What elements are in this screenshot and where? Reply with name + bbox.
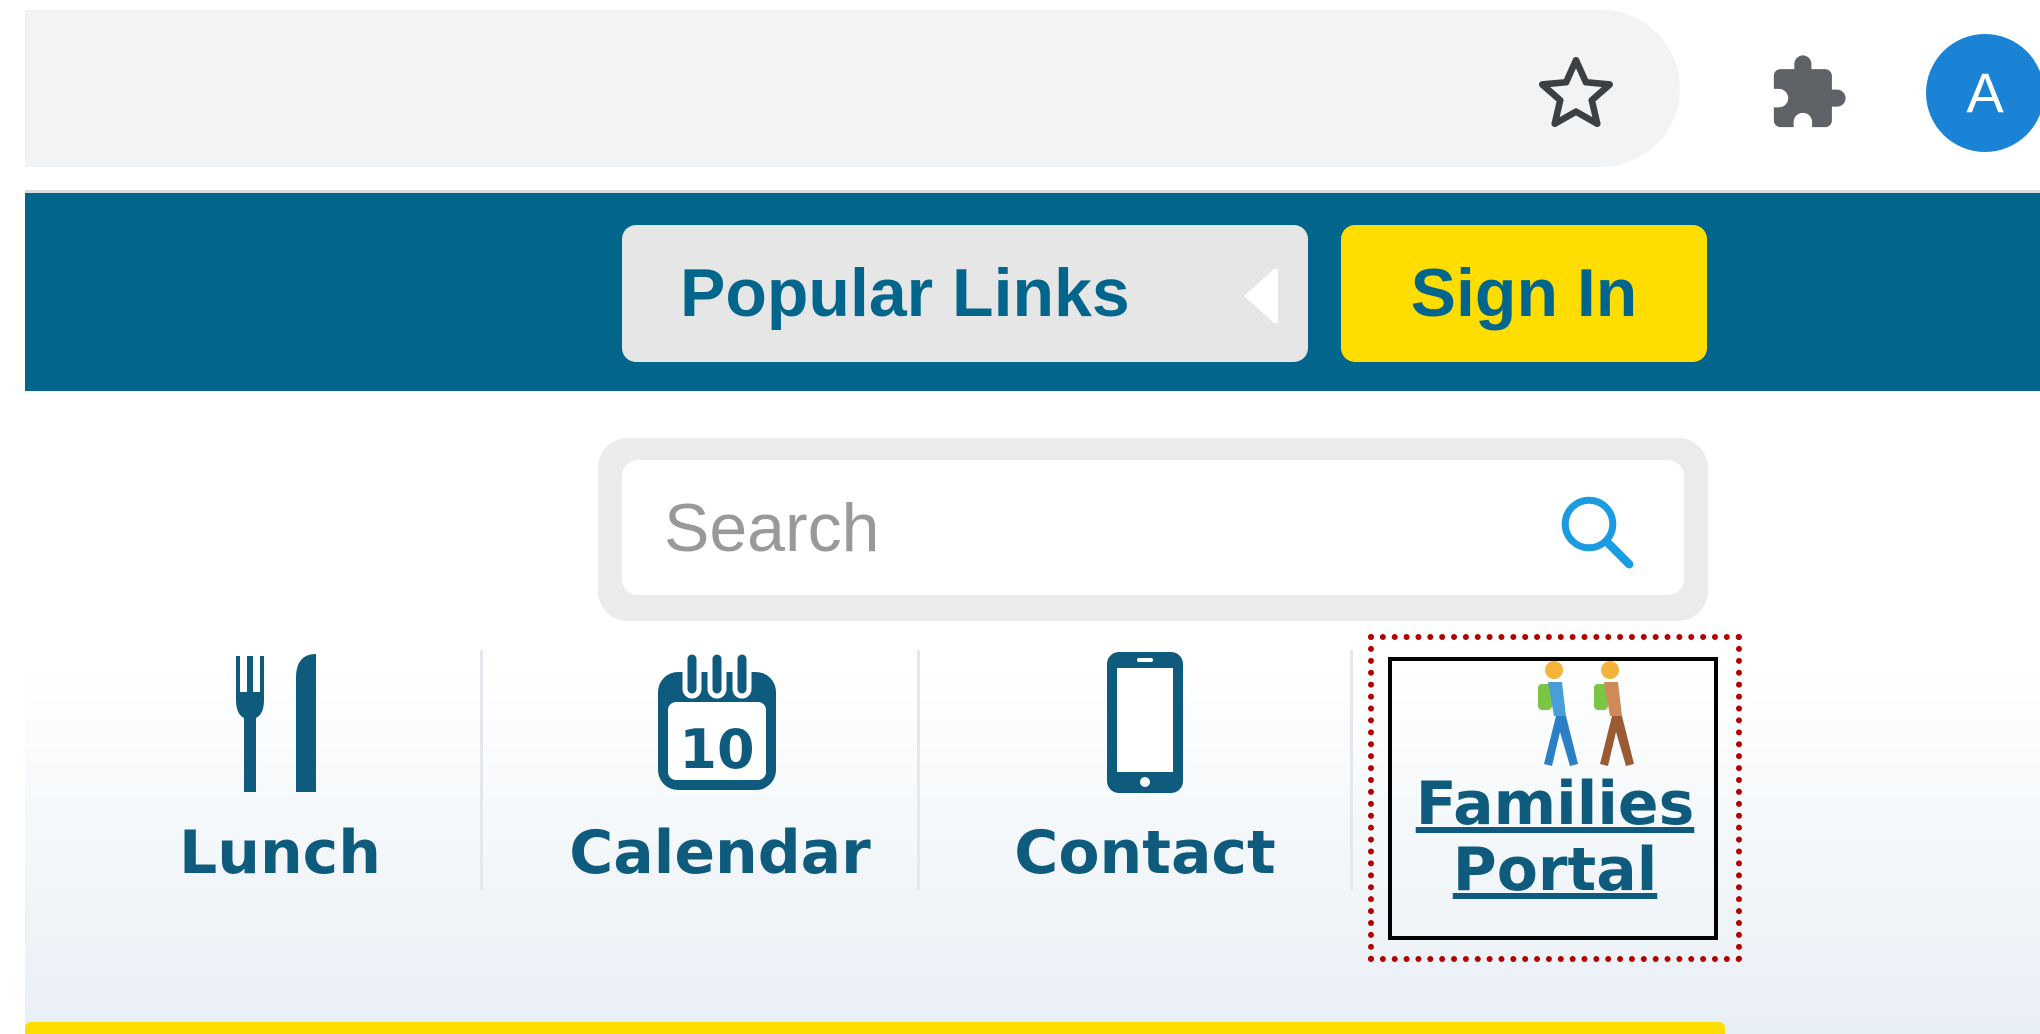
quick-link-divider	[917, 650, 920, 890]
calendar-day-number: 10	[679, 718, 754, 781]
page: A Popular Links Sign In Lunch	[0, 0, 2040, 1034]
quick-link-label: Calendar	[569, 818, 871, 888]
puzzle-piece-icon	[1773, 55, 1846, 128]
popular-links-button[interactable]: Popular Links	[622, 225, 1308, 362]
bookmark-button[interactable]	[1530, 48, 1622, 140]
quick-link-divider	[480, 650, 483, 890]
quick-link-label: Lunch	[179, 818, 381, 888]
magnifier-icon	[1561, 496, 1634, 569]
quick-link-label-line2: Portal	[1452, 835, 1658, 905]
caret-left-icon	[1244, 269, 1274, 323]
quick-link-label: Contact	[1014, 818, 1276, 888]
search-box	[598, 438, 1708, 621]
calendar-icon: 10	[658, 650, 776, 790]
quick-link-families-portal[interactable]: Families Portal	[1380, 650, 1730, 950]
quick-link-calendar[interactable]: 10 Calendar	[560, 650, 880, 900]
mobile-phone-icon	[1107, 652, 1183, 793]
extensions-button[interactable]	[1760, 45, 1856, 141]
quick-link-label-line1: Families	[1415, 769, 1695, 839]
sign-in-button[interactable]: Sign In	[1341, 225, 1707, 362]
quick-link-lunch[interactable]: Lunch	[160, 650, 400, 900]
search-input[interactable]	[622, 460, 1684, 595]
quick-link-divider	[1350, 650, 1353, 890]
address-bar[interactable]	[25, 10, 1680, 167]
star-outline-icon	[1538, 56, 1614, 127]
profile-avatar[interactable]: A	[1926, 34, 2040, 152]
browser-toolbar: A	[0, 0, 2040, 193]
walking-people-icon	[1538, 661, 1634, 766]
quick-link-contact[interactable]: Contact	[995, 650, 1295, 900]
search-button[interactable]	[1548, 483, 1644, 579]
popular-links-label: Popular Links	[680, 255, 1130, 331]
fork-knife-icon	[236, 654, 316, 792]
accent-strip	[25, 1022, 1725, 1034]
caret-bar-icon	[1274, 269, 1278, 323]
